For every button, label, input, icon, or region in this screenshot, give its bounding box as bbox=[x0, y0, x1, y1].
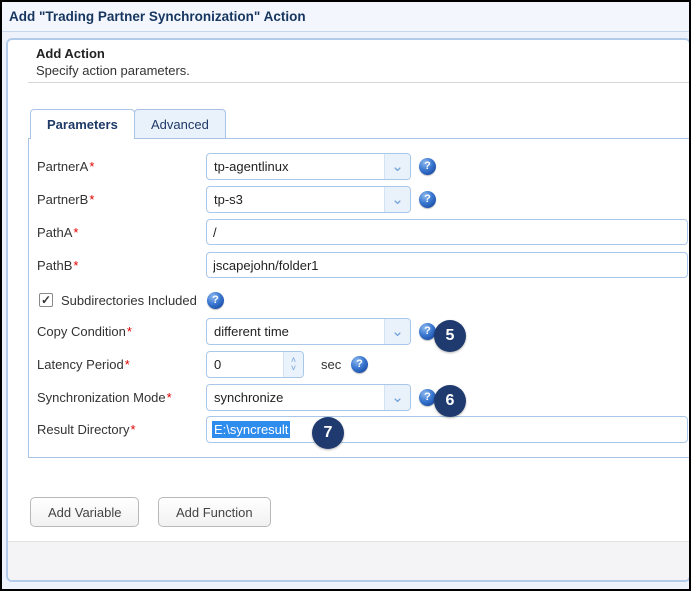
required-asterisk: * bbox=[73, 257, 79, 273]
partner-b-select[interactable]: tp-s3 ⌄ bbox=[206, 185, 411, 213]
result-directory-selected-text: E:\syncresult bbox=[212, 420, 291, 438]
annotation-badge-5: 5 bbox=[434, 320, 466, 352]
sync-mode-value: synchronize bbox=[214, 389, 284, 405]
subdirectories-label: Subdirectories Included bbox=[61, 292, 197, 308]
path-a-input[interactable] bbox=[206, 219, 688, 245]
help-icon[interactable]: ? bbox=[419, 157, 436, 175]
path-a-row: PathA* bbox=[29, 218, 689, 246]
dialog-screenshot: Add "Trading Partner Synchronization" Ac… bbox=[0, 0, 691, 591]
add-variable-button[interactable]: Add Variable bbox=[30, 497, 140, 527]
latency-unit-label: sec bbox=[321, 356, 342, 372]
latency-period-label: Latency Period bbox=[37, 356, 124, 372]
dialog-footer bbox=[8, 541, 689, 580]
annotation-badge-6: 6 bbox=[434, 385, 466, 417]
copy-condition-select[interactable]: different time ⌄ bbox=[206, 317, 411, 345]
chevron-down-icon[interactable]: ⌄ bbox=[384, 318, 410, 344]
partner-b-label: PartnerB bbox=[37, 191, 89, 207]
partner-a-select[interactable]: tp-agentlinux ⌄ bbox=[206, 152, 411, 180]
result-directory-label: Result Directory bbox=[37, 421, 130, 437]
tab-advanced[interactable]: Advanced bbox=[134, 109, 226, 138]
latency-period-value: 0 bbox=[214, 356, 222, 372]
chevron-down-icon[interactable]: ⌄ bbox=[384, 153, 410, 179]
annotation-badge-7: 7 bbox=[312, 417, 344, 449]
latency-period-spinner[interactable]: 0 ˄ ˅ bbox=[206, 350, 304, 378]
sync-mode-label: Synchronization Mode bbox=[37, 389, 166, 405]
dialog-titlebar: Add "Trading Partner Synchronization" Ac… bbox=[2, 2, 689, 32]
dialog-title: Add "Trading Partner Synchronization" Ac… bbox=[9, 9, 306, 24]
result-directory-input[interactable]: E:\syncresult bbox=[206, 415, 688, 443]
partner-b-row: PartnerB* tp-s3 ⌄ ? bbox=[29, 185, 689, 213]
add-function-button[interactable]: Add Function bbox=[158, 497, 271, 527]
required-asterisk: * bbox=[73, 224, 79, 240]
help-icon[interactable]: ? bbox=[351, 355, 368, 373]
subdirectories-checkbox[interactable]: ✓ bbox=[39, 293, 53, 307]
subdirectories-row: ✓ Subdirectories Included ? bbox=[29, 286, 689, 314]
spinner-arrows-icon[interactable]: ˄ ˅ bbox=[283, 351, 303, 377]
sync-mode-row: Synchronization Mode* synchronize ⌄ ? bbox=[29, 383, 689, 411]
section-title: Add Action bbox=[36, 46, 105, 61]
parameters-tab-panel: PartnerA* tp-agentlinux ⌄ ? PartnerB* tp… bbox=[28, 138, 689, 458]
result-directory-row: Result Directory* E:\syncresult bbox=[29, 415, 689, 443]
required-asterisk: * bbox=[130, 421, 136, 437]
help-icon[interactable]: ? bbox=[419, 190, 436, 208]
tab-parameters[interactable]: Parameters bbox=[30, 109, 135, 139]
path-a-label: PathA bbox=[37, 224, 73, 240]
required-asterisk: * bbox=[89, 158, 95, 174]
partner-b-value: tp-s3 bbox=[214, 191, 243, 207]
path-b-label: PathB bbox=[37, 257, 73, 273]
latency-period-row: Latency Period* 0 ˄ ˅ sec ? bbox=[29, 350, 689, 378]
spin-down-icon[interactable]: ˅ bbox=[291, 363, 296, 372]
partner-a-label: PartnerA bbox=[37, 158, 89, 174]
section-subtitle: Specify action parameters. bbox=[36, 63, 190, 78]
header-divider bbox=[28, 82, 689, 83]
copy-condition-value: different time bbox=[214, 323, 289, 339]
dialog-panel: Add Action Specify action parameters. Pa… bbox=[6, 38, 689, 582]
required-asterisk: * bbox=[166, 389, 172, 405]
path-b-input[interactable] bbox=[206, 252, 688, 278]
copy-condition-row: Copy Condition* different time ⌄ ? bbox=[29, 317, 689, 345]
copy-condition-label: Copy Condition bbox=[37, 323, 126, 339]
required-asterisk: * bbox=[89, 191, 95, 207]
help-icon[interactable]: ? bbox=[207, 291, 224, 309]
partner-a-row: PartnerA* tp-agentlinux ⌄ ? bbox=[29, 152, 689, 180]
sync-mode-select[interactable]: synchronize ⌄ bbox=[206, 383, 411, 411]
chevron-down-icon[interactable]: ⌄ bbox=[384, 384, 410, 410]
required-asterisk: * bbox=[126, 323, 132, 339]
path-b-row: PathB* bbox=[29, 251, 689, 279]
partner-a-value: tp-agentlinux bbox=[214, 158, 289, 174]
chevron-down-icon[interactable]: ⌄ bbox=[384, 186, 410, 212]
required-asterisk: * bbox=[124, 356, 130, 372]
